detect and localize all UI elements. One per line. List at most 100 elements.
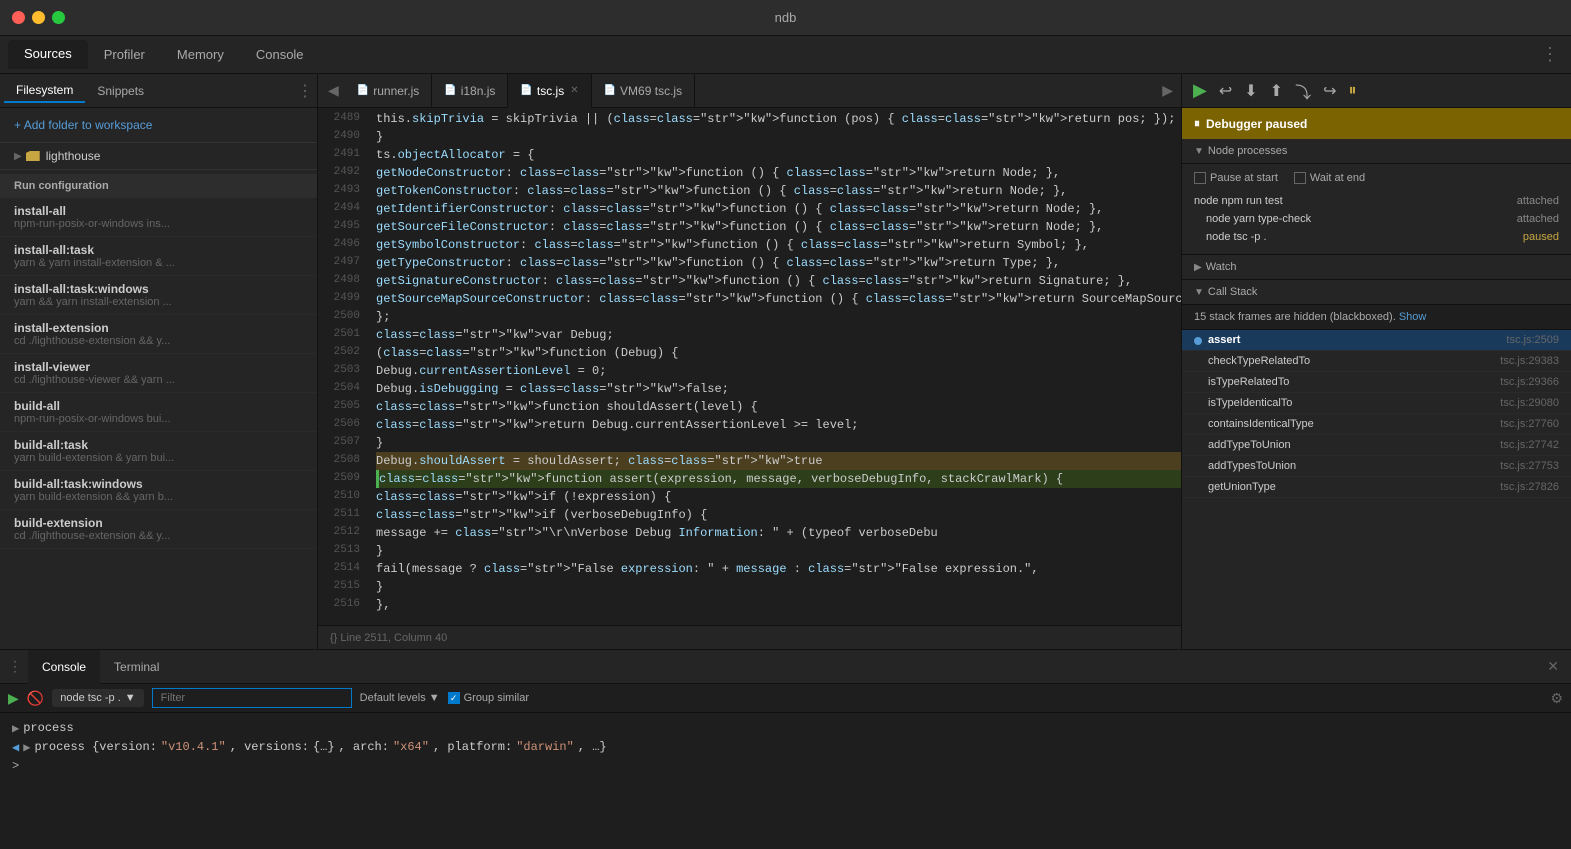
config-item-install-extension[interactable]: install-extensioncd ./lighthouse-extensi…: [0, 315, 317, 354]
code-line-2501[interactable]: class=class="str">"kw">var Debug;: [376, 326, 1181, 344]
process-npm-run-test[interactable]: node npm run test attached: [1194, 192, 1559, 210]
file-tab-runner[interactable]: 📄 runner.js: [345, 74, 432, 108]
maximize-traffic-light[interactable]: [52, 11, 65, 24]
pause-at-start-checkbox[interactable]: [1194, 172, 1206, 184]
stack-frame-isTypeRelatedTo[interactable]: isTypeRelatedTotsc.js:29366: [1182, 372, 1571, 393]
debug-resume-button[interactable]: ▶: [1190, 78, 1210, 103]
console-context-selector[interactable]: node tsc -p . ▼: [52, 689, 143, 707]
left-panel-more-icon[interactable]: ⋮: [297, 81, 313, 101]
code-line-2504[interactable]: Debug.isDebugging = class=class="str">"k…: [376, 380, 1181, 398]
more-tabs-icon[interactable]: ⋮: [1541, 44, 1559, 65]
code-line-2502[interactable]: (class=class="str">"kw">function (Debug)…: [376, 344, 1181, 362]
editor-play-button[interactable]: ▶: [1154, 78, 1181, 103]
debug-step-out-button[interactable]: ⬆: [1267, 79, 1286, 103]
console-prompt[interactable]: >: [12, 757, 1559, 775]
code-line-2515[interactable]: }: [376, 578, 1181, 596]
code-line-2513[interactable]: }: [376, 542, 1181, 560]
wait-at-end-checkbox[interactable]: [1294, 172, 1306, 184]
expand-icon[interactable]: ▶: [12, 721, 19, 736]
debug-pause-button[interactable]: ⏸: [1345, 80, 1359, 102]
config-item-install-viewer[interactable]: install-viewercd ./lighthouse-viewer && …: [0, 354, 317, 393]
console-stop-button[interactable]: 🚫: [27, 690, 44, 707]
config-item-install-all-task[interactable]: install-all:taskyarn & yarn install-exte…: [0, 237, 317, 276]
close-traffic-light[interactable]: [12, 11, 25, 24]
tab-console[interactable]: Console: [240, 41, 320, 68]
stack-frame-checkTypeRelatedTo[interactable]: checkTypeRelatedTotsc.js:29383: [1182, 351, 1571, 372]
code-line-2503[interactable]: Debug.currentAssertionLevel = 0;: [376, 362, 1181, 380]
minimize-traffic-light[interactable]: [32, 11, 45, 24]
file-tab-i18n[interactable]: 📄 i18n.js: [432, 74, 508, 108]
stack-frame-getUnionType[interactable]: getUnionTypetsc.js:27826: [1182, 477, 1571, 498]
code-line-2492[interactable]: getNodeConstructor: class=class="str">"k…: [376, 164, 1181, 182]
code-line-2506[interactable]: class=class="str">"kw">return Debug.curr…: [376, 416, 1181, 434]
code-line-2491[interactable]: ts.objectAllocator = {: [376, 146, 1181, 164]
code-line-2507[interactable]: }: [376, 434, 1181, 452]
tab-console-bottom[interactable]: Console: [28, 650, 100, 684]
expand-process-icon[interactable]: ▶: [23, 740, 30, 755]
group-similar-checkbox[interactable]: ✓: [448, 692, 460, 704]
node-processes-section[interactable]: ▼ Node processes: [1182, 139, 1571, 164]
debug-step-button[interactable]: ⤵: [1292, 77, 1314, 105]
bottom-panel-close-button[interactable]: ✕: [1535, 654, 1571, 679]
debug-step-into-button[interactable]: ⬇: [1241, 79, 1260, 103]
stack-frame-isTypeIdenticalTo[interactable]: isTypeIdenticalTotsc.js:29080: [1182, 393, 1571, 414]
code-line-2505[interactable]: class=class="str">"kw">function shouldAs…: [376, 398, 1181, 416]
tab-sources[interactable]: Sources: [8, 40, 88, 69]
watch-section[interactable]: ▶ Watch: [1182, 255, 1571, 280]
code-line-2509[interactable]: class=class="str">"kw">function assert(e…: [376, 470, 1181, 488]
code-line-2508[interactable]: Debug.shouldAssert = shouldAssert; class…: [376, 452, 1181, 470]
code-line-2511[interactable]: class=class="str">"kw">if (verboseDebugI…: [376, 506, 1181, 524]
code-line-2499[interactable]: getSourceMapSourceConstructor: class=cla…: [376, 290, 1181, 308]
group-similar-option[interactable]: ✓ Group similar: [448, 692, 529, 704]
tab-terminal[interactable]: Terminal: [100, 650, 173, 684]
code-line-2510[interactable]: class=class="str">"kw">if (!expression) …: [376, 488, 1181, 506]
stack-frame-assert[interactable]: asserttsc.js:2509: [1182, 330, 1571, 351]
console-settings-icon[interactable]: ⚙: [1550, 690, 1563, 707]
folder-item-lighthouse[interactable]: ▶ lighthouse: [0, 143, 317, 170]
code-line-2493[interactable]: getTokenConstructor: class=class="str">"…: [376, 182, 1181, 200]
stack-frame-addTypeToUnion[interactable]: addTypeToUniontsc.js:27742: [1182, 435, 1571, 456]
tab-memory[interactable]: Memory: [161, 41, 240, 68]
file-tab-tsc[interactable]: 📄 tsc.js ✕: [508, 74, 591, 108]
config-item-build-all-task[interactable]: build-all:taskyarn build-extension & yar…: [0, 432, 317, 471]
code-line-2490[interactable]: }: [376, 128, 1181, 146]
process-tsc[interactable]: node tsc -p . paused: [1194, 228, 1559, 246]
code-line-2498[interactable]: getSignatureConstructor: class=class="st…: [376, 272, 1181, 290]
code-line-2489[interactable]: this.skipTrivia = skipTrivia || (class=c…: [376, 110, 1181, 128]
process-yarn-type-check[interactable]: node yarn type-check attached: [1194, 210, 1559, 228]
config-item-install-all-task-windows[interactable]: install-all:task:windowsyarn && yarn ins…: [0, 276, 317, 315]
debug-step-over-button[interactable]: ↩: [1216, 79, 1235, 103]
code-line-2514[interactable]: fail(message ? class="str">"False expres…: [376, 560, 1181, 578]
code-line-2516[interactable]: },: [376, 596, 1181, 614]
code-line-2497[interactable]: getTypeConstructor: class=class="str">"k…: [376, 254, 1181, 272]
call-stack-header[interactable]: ▼ Call Stack: [1182, 280, 1571, 305]
console-line-process[interactable]: ▶ process: [12, 719, 1559, 738]
show-blackboxed-link[interactable]: Show: [1399, 311, 1427, 323]
bottom-panel-more-icon[interactable]: ⋮: [8, 658, 22, 675]
add-folder-button[interactable]: Add folder to workspace: [0, 108, 317, 143]
stack-frame-addTypesToUnion[interactable]: addTypesToUniontsc.js:27753: [1182, 456, 1571, 477]
tab-filesystem[interactable]: Filesystem: [4, 79, 85, 103]
tab-profiler[interactable]: Profiler: [88, 41, 161, 68]
config-item-build-extension[interactable]: build-extensioncd ./lighthouse-extension…: [0, 510, 317, 549]
file-tab-close-tsc[interactable]: ✕: [570, 85, 578, 96]
code-line-2512[interactable]: message += class="str">"\r\nVerbose Debu…: [376, 524, 1181, 542]
pause-at-start-option[interactable]: Pause at start: [1194, 172, 1278, 184]
debug-deactivate-button[interactable]: ↪: [1320, 79, 1339, 103]
stack-frame-containsIdenticalType[interactable]: containsIdenticalTypetsc.js:27760: [1182, 414, 1571, 435]
code-content[interactable]: this.skipTrivia = skipTrivia || (class=c…: [368, 108, 1181, 625]
config-item-build-all-task-windows[interactable]: build-all:task:windowsyarn build-extensi…: [0, 471, 317, 510]
code-line-2500[interactable]: };: [376, 308, 1181, 326]
code-line-2496[interactable]: getSymbolConstructor: class=class="str">…: [376, 236, 1181, 254]
nav-back-button[interactable]: ◀: [322, 78, 345, 103]
wait-at-end-option[interactable]: Wait at end: [1294, 172, 1365, 184]
config-item-install-all[interactable]: install-allnpm-run-posix-or-windows ins.…: [0, 198, 317, 237]
config-item-build-all[interactable]: build-allnpm-run-posix-or-windows bui...: [0, 393, 317, 432]
default-levels-selector[interactable]: Default levels ▼: [360, 692, 440, 704]
file-tab-vm69[interactable]: 📄 VM69 tsc.js: [592, 74, 695, 108]
console-filter-input[interactable]: [152, 688, 352, 708]
code-line-2494[interactable]: getIdentifierConstructor: class=class="s…: [376, 200, 1181, 218]
console-line-process-detail[interactable]: ◀ ▶ process {version: "v10.4.1" , versio…: [12, 738, 1559, 757]
console-execute-button[interactable]: ▶: [8, 690, 19, 707]
code-line-2495[interactable]: getSourceFileConstructor: class=class="s…: [376, 218, 1181, 236]
